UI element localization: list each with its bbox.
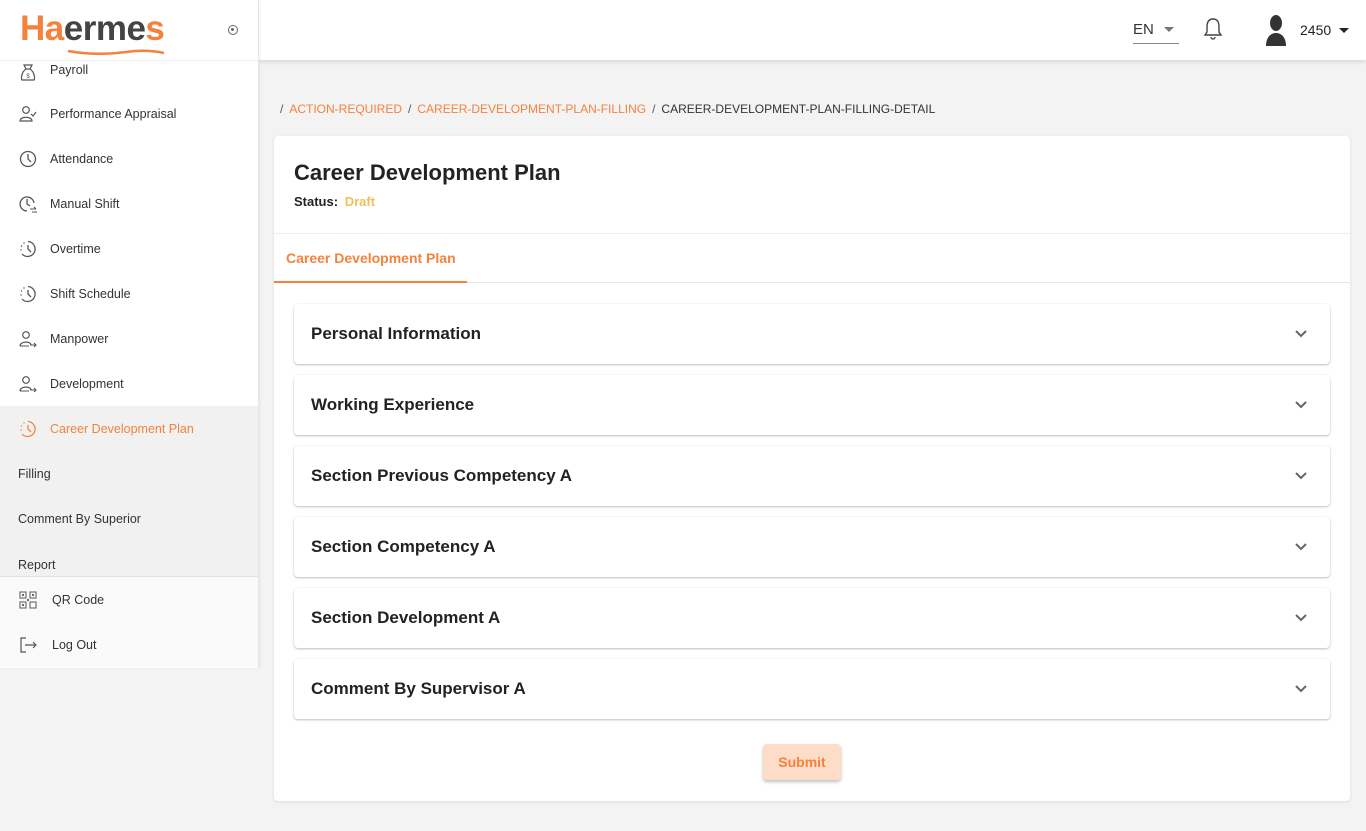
section-working-experience[interactable]: Working Experience — [294, 375, 1330, 435]
section-title: Comment By Supervisor A — [311, 679, 526, 698]
section-accordion: Personal Information Working Experience … — [294, 304, 1330, 730]
sidebar-item-label: Performance Appraisal — [50, 106, 177, 121]
avatar-icon — [1266, 15, 1286, 46]
clock-swap-icon — [18, 194, 38, 214]
language-select[interactable]: EN — [1133, 16, 1179, 44]
breadcrumb-action-required[interactable]: ACTION-REQUIRED — [289, 102, 402, 116]
user-check-icon — [18, 104, 38, 124]
sidebar-item-career-development-plan[interactable]: Career Development Plan — [0, 406, 258, 451]
main-card: Career Development Plan Status: Draft Ca… — [274, 136, 1350, 801]
section-competency-a[interactable]: Section Competency A — [294, 517, 1330, 577]
sidebar-pin-toggle-icon[interactable] — [228, 25, 238, 35]
sidebar-item-label: Overtime — [50, 241, 101, 256]
language-value: EN — [1133, 21, 1154, 38]
sidebar-item-development[interactable]: Development — [0, 361, 258, 406]
sidebar-item-overtime[interactable]: Overtime — [0, 226, 258, 271]
haermes-logo[interactable]: Haermes — [20, 11, 165, 55]
qr-code-icon — [18, 590, 38, 610]
section-comment-by-supervisor-a[interactable]: Comment By Supervisor A — [294, 659, 1330, 719]
top-bar: EN 2450 — [259, 0, 1366, 60]
logo-row: Haermes — [0, 0, 258, 61]
status-label: Status: — [294, 194, 339, 209]
user-arrow-icon — [18, 329, 38, 349]
sidebar-item-label: Attendance — [50, 151, 114, 166]
sidebar-subitem-filling[interactable]: Filling — [0, 451, 258, 496]
svg-text:$: $ — [26, 74, 30, 80]
sidebar-item-performance-appraisal[interactable]: Performance Appraisal — [0, 91, 258, 136]
breadcrumb-separator: / — [280, 102, 284, 116]
section-personal-information[interactable]: Personal Information — [294, 304, 1330, 364]
tab-career-development-plan[interactable]: Career Development Plan — [274, 234, 467, 283]
money-bag-icon: $ — [18, 63, 38, 83]
chevron-down-icon — [1295, 472, 1307, 480]
section-previous-competency-a[interactable]: Section Previous Competency A — [294, 446, 1330, 506]
section-title: Working Experience — [311, 395, 475, 414]
clock-icon — [18, 149, 38, 169]
chevron-down-icon — [1295, 543, 1307, 551]
clock-dashed-icon — [18, 284, 38, 304]
card-header: Career Development Plan Status: Draft — [274, 136, 1350, 234]
sidebar-subitem-comment-by-superior[interactable]: Comment By Superior — [0, 496, 258, 541]
career-development-submenu: Filling Comment By Superior Report — [0, 451, 258, 576]
sidebar-item-manpower[interactable]: Manpower — [0, 316, 258, 361]
chevron-down-icon — [1295, 685, 1307, 693]
breadcrumb-current: CAREER-DEVELOPMENT-PLAN-FILLING-DETAIL — [661, 102, 936, 116]
sidebar-item-payroll[interactable]: $ Payroll — [0, 61, 258, 91]
sidebar: Haermes $ Payroll Performance Appraisal … — [0, 0, 259, 668]
sidebar-item-label: Career Development Plan — [50, 421, 194, 436]
logo-swoosh-icon — [67, 48, 165, 55]
clock-dashed-icon — [18, 419, 38, 439]
caret-down-icon — [1339, 27, 1350, 33]
sidebar-nav: $ Payroll Performance Appraisal Attendan… — [0, 61, 258, 451]
section-title: Section Development A — [311, 608, 501, 627]
user-id: 2450 — [1300, 22, 1332, 38]
sidebar-item-shift-schedule[interactable]: Shift Schedule — [0, 271, 258, 316]
section-title: Section Previous Competency A — [311, 466, 573, 485]
sidebar-item-label: Log Out — [52, 637, 97, 652]
sidebar-item-log-out[interactable]: Log Out — [0, 622, 258, 667]
notification-bell-icon[interactable] — [1201, 16, 1225, 42]
chevron-down-icon — [1295, 401, 1307, 409]
breadcrumb-separator: / — [408, 102, 412, 116]
status-line: Status: Draft — [294, 194, 1330, 209]
sidebar-item-attendance[interactable]: Attendance — [0, 136, 258, 181]
sidebar-item-manual-shift[interactable]: Manual Shift — [0, 181, 258, 226]
user-menu[interactable]: 2450 — [1264, 14, 1350, 46]
submit-button[interactable]: Submit — [763, 744, 841, 780]
breadcrumb-career-development-plan-filling[interactable]: CAREER-DEVELOPMENT-PLAN-FILLING — [417, 102, 646, 116]
page-title: Career Development Plan — [294, 160, 561, 185]
sidebar-item-label: Manual Shift — [50, 196, 120, 211]
sidebar-item-label: Development — [50, 376, 124, 391]
clock-dashed-icon — [18, 239, 38, 259]
section-development-a[interactable]: Section Development A — [294, 588, 1330, 648]
section-title: Section Competency A — [311, 537, 496, 556]
sidebar-bottom: QR Code Log Out — [0, 576, 258, 667]
sidebar-item-qr-code[interactable]: QR Code — [0, 577, 258, 622]
sidebar-item-label: QR Code — [52, 592, 105, 607]
status-badge: Draft — [344, 194, 376, 209]
tab-bar: Career Development Plan — [274, 234, 1350, 283]
chevron-down-icon — [1295, 614, 1307, 622]
logout-icon — [18, 635, 38, 655]
user-arrow-icon — [18, 374, 38, 394]
breadcrumb-separator: / — [652, 102, 656, 116]
sidebar-item-label: Manpower — [50, 331, 109, 346]
section-title: Personal Information — [311, 324, 482, 343]
chevron-down-icon — [1295, 330, 1307, 338]
sidebar-subitem-report[interactable]: Report — [0, 541, 258, 576]
caret-down-icon — [1163, 27, 1174, 32]
sidebar-item-label: Payroll — [50, 63, 89, 77]
sidebar-item-label: Shift Schedule — [50, 286, 131, 301]
breadcrumb: / ACTION-REQUIRED / CAREER-DEVELOPMENT-P… — [280, 102, 935, 116]
